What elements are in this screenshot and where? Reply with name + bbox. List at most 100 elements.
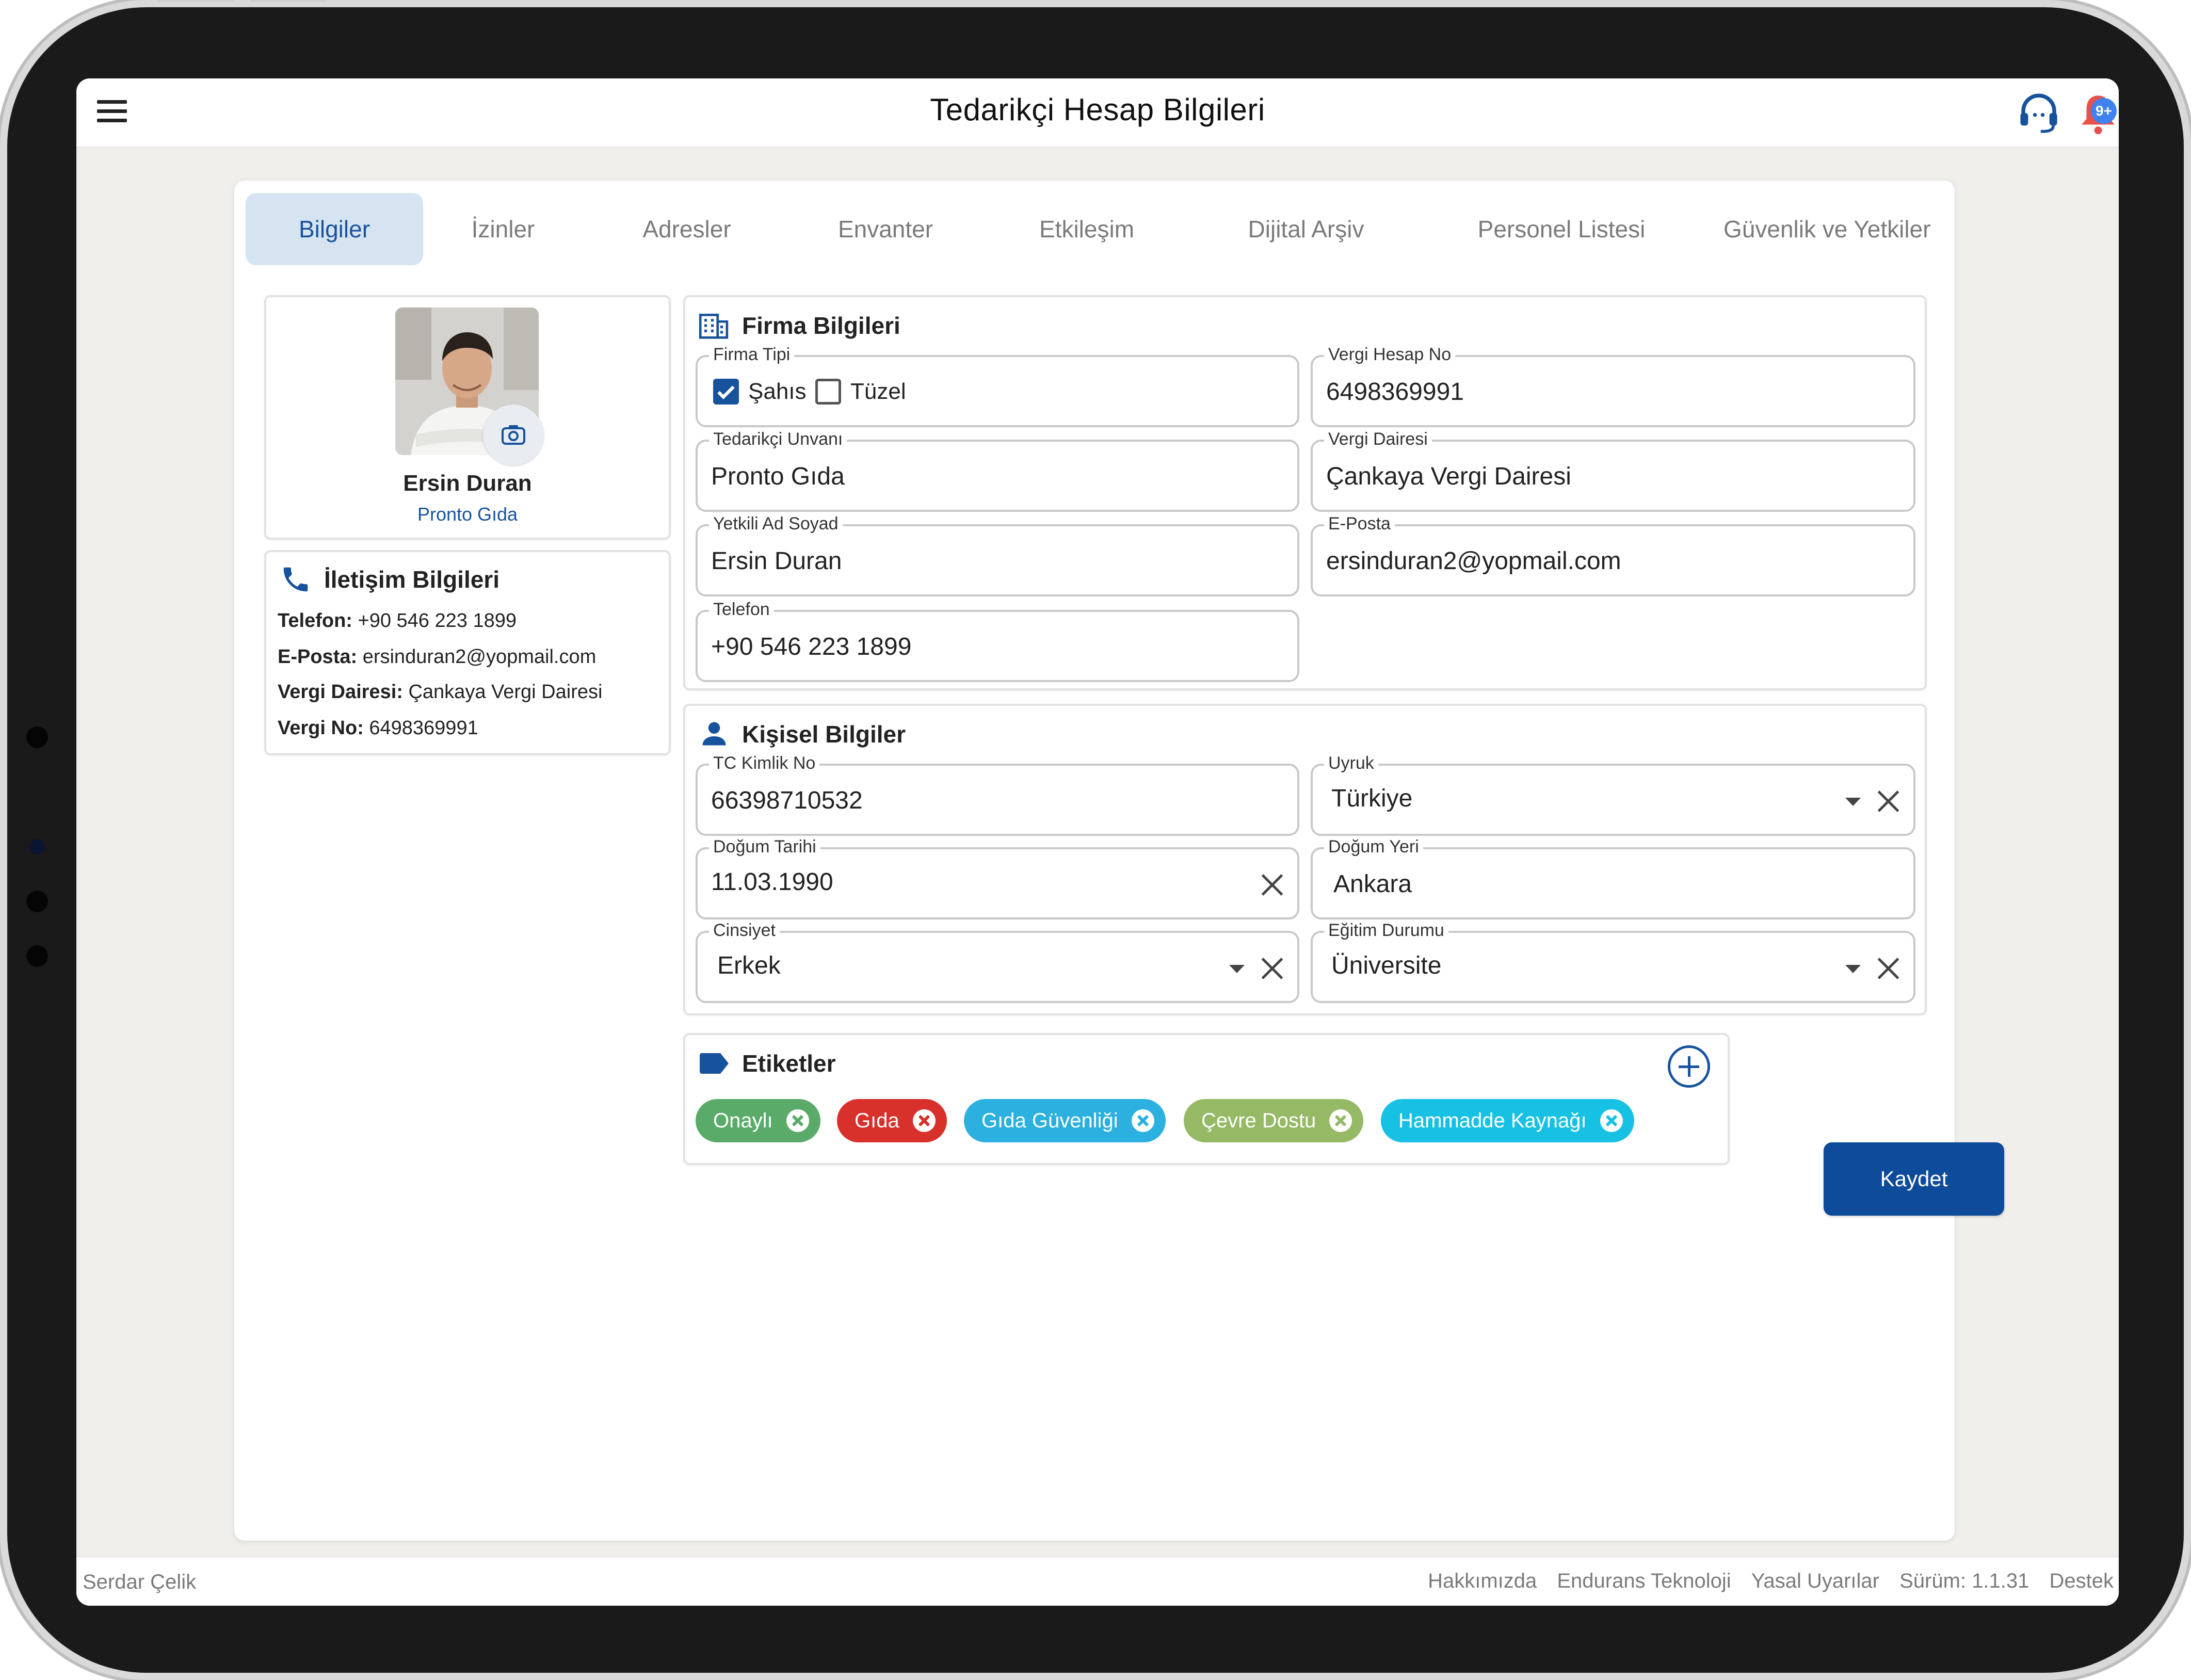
tab-etkilesim[interactable]: Etkileşim xyxy=(1009,193,1164,265)
remove-tag-icon[interactable] xyxy=(1131,1109,1154,1132)
tax-office-field[interactable]: Vergi Dairesi Çankaya Vergi Dairesi xyxy=(1311,429,1915,512)
contact-email-label: E-Posta: xyxy=(278,646,358,668)
education-value: Üniversite xyxy=(1331,952,1442,979)
gender-select[interactable]: Cinsiyet Erkek xyxy=(696,920,1299,1003)
tag-label: Onaylı xyxy=(713,1109,773,1132)
education-label: Eğitim Durumu xyxy=(1324,920,1448,941)
clear-icon[interactable] xyxy=(1875,788,1901,814)
clear-icon[interactable] xyxy=(1875,956,1901,981)
contact-tax-no-row: Vergi No: 6498369991 xyxy=(278,717,478,739)
page-title: Tedarikçi Hesap Bilgileri xyxy=(930,92,1265,127)
chevron-down-icon[interactable] xyxy=(1845,965,1861,973)
nationality-value: Türkiye xyxy=(1331,785,1413,812)
building-icon xyxy=(699,314,729,339)
birth-place-field[interactable]: Doğum Yeri Ankara xyxy=(1311,837,1915,919)
tag-chip: Hammadde Kaynağı xyxy=(1381,1099,1634,1142)
footer-version: Sürüm: 1.1.31 xyxy=(1899,1570,2029,1592)
remove-tag-icon[interactable] xyxy=(786,1109,809,1132)
tab-dijital-arsiv[interactable]: Dijital Arşiv xyxy=(1216,193,1396,265)
tab-adresler[interactable]: Adresler xyxy=(617,193,756,265)
contact-email-row: E-Posta: ersinduran2@yopmail.com xyxy=(278,646,596,668)
birth-place-value: Ankara xyxy=(1333,870,1412,898)
company-type-field: Firma Tipi Şahıs Tüzel xyxy=(696,345,1299,427)
authorized-person-field[interactable]: Yetkili Ad Soyad Ersin Duran xyxy=(696,514,1299,596)
email-field[interactable]: E-Posta ersinduran2@yopmail.com xyxy=(1311,514,1915,596)
remove-tag-icon[interactable] xyxy=(912,1109,936,1132)
contact-email: ersinduran2@yopmail.com xyxy=(362,646,597,668)
remove-tag-icon[interactable] xyxy=(1329,1109,1352,1132)
birth-date-value: 11.03.1990 xyxy=(711,868,833,896)
email-label: E-Posta xyxy=(1324,514,1395,534)
footer-link-company[interactable]: Endurans Teknoloji xyxy=(1557,1570,1731,1592)
tags-title: Etiketler xyxy=(742,1050,836,1077)
tab-izinler[interactable]: İzinler xyxy=(444,193,562,265)
sensor-dot xyxy=(26,726,48,748)
contact-tax-no-label: Vergi No: xyxy=(278,717,364,739)
tag-list: Onaylı Gıda Gıda Güvenliği Çevre Dostu H… xyxy=(696,1099,1717,1142)
add-tag-button[interactable] xyxy=(1668,1045,1710,1088)
tag-label: Gıda xyxy=(855,1109,899,1132)
footer-link-support[interactable]: Destek xyxy=(2050,1570,2114,1592)
tab-envanter[interactable]: Envanter xyxy=(808,193,963,265)
sahis-checkbox[interactable] xyxy=(713,379,739,405)
save-button[interactable]: Kaydet xyxy=(1824,1142,2004,1216)
email-value: ersinduran2@yopmail.com xyxy=(1326,547,1621,575)
tuzel-checkbox[interactable] xyxy=(815,379,841,405)
top-button xyxy=(157,0,234,2)
supplier-title-field[interactable]: Tedarikçi Unvanı Pronto Gıda xyxy=(696,429,1299,512)
clear-icon[interactable] xyxy=(1259,872,1285,898)
tag-label: Gıda Güvenliği xyxy=(981,1109,1118,1132)
authorized-person-label: Yetkili Ad Soyad xyxy=(709,514,843,534)
remove-tag-icon[interactable] xyxy=(1600,1109,1623,1132)
sahis-label[interactable]: Şahıs xyxy=(748,379,807,405)
tab-bar: Bilgiler İzinler Adresler Envanter Etkil… xyxy=(246,193,1955,265)
education-select[interactable]: Eğitim Durumu Üniversite xyxy=(1311,920,1915,1003)
chevron-down-icon[interactable] xyxy=(1845,798,1861,806)
phone-field[interactable]: Telefon +90 546 223 1899 xyxy=(696,600,1299,682)
notification-badge: 9+ xyxy=(2091,98,2117,124)
phone-icon xyxy=(283,567,308,592)
tab-guvenlik-ve-yetkiler[interactable]: Güvenlik ve Yetkiler xyxy=(1723,193,1945,265)
sensor-dot xyxy=(26,891,48,912)
tag-chip: Onaylı xyxy=(696,1099,820,1142)
change-photo-button[interactable] xyxy=(483,405,544,465)
tc-id-label: TC Kimlik No xyxy=(709,753,820,773)
sensor-dot xyxy=(26,945,48,967)
tc-id-value: 66398710532 xyxy=(711,787,863,814)
contact-phone-row: Telefon: +90 546 223 1899 xyxy=(278,610,517,632)
main-card: Bilgiler İzinler Adresler Envanter Etkil… xyxy=(234,181,2004,1541)
headset-support-icon[interactable] xyxy=(2016,90,2062,136)
contact-phone-label: Telefon: xyxy=(278,610,352,632)
footer-link-legal[interactable]: Yasal Uyarılar xyxy=(1751,1570,1879,1592)
nationality-select[interactable]: Uyruk Türkiye xyxy=(1311,753,1915,836)
app-screen: Tedarikçi Hesap Bilgileri 9+ Bilgiler İz… xyxy=(76,78,2119,1606)
tax-account-field[interactable]: Vergi Hesap No 6498369991 xyxy=(1311,345,1915,427)
top-button xyxy=(250,0,327,2)
tag-icon xyxy=(700,1053,729,1074)
contact-tax-office: Çankaya Vergi Dairesi xyxy=(408,681,603,703)
chevron-down-icon[interactable] xyxy=(1229,965,1245,973)
tab-bilgiler[interactable]: Bilgiler xyxy=(246,193,423,265)
tab-personel-listesi[interactable]: Personel Listesi xyxy=(1448,193,1675,265)
birth-place-label: Doğum Yeri xyxy=(1324,837,1423,857)
nationality-label: Uyruk xyxy=(1324,753,1378,773)
person-icon xyxy=(702,722,726,746)
tag-chip: Gıda xyxy=(837,1099,947,1142)
personal-info-card: Kişisel Bilgiler TC Kimlik No 6639871053… xyxy=(683,704,1927,1015)
supplier-title-label: Tedarikçi Unvanı xyxy=(709,429,847,449)
birth-date-field[interactable]: Doğum Tarihi 11.03.1990 xyxy=(696,837,1299,919)
profile-company[interactable]: Pronto Gıda xyxy=(266,504,669,525)
clear-icon[interactable] xyxy=(1259,956,1285,981)
tag-label: Hammadde Kaynağı xyxy=(1398,1109,1587,1132)
contact-tax-office-row: Vergi Dairesi: Çankaya Vergi Dairesi xyxy=(278,681,602,703)
tag-label: Çevre Dostu xyxy=(1201,1109,1316,1132)
contact-title: İletişim Bilgileri xyxy=(324,566,500,593)
company-type-label: Firma Tipi xyxy=(709,345,795,365)
contact-phone: +90 546 223 1899 xyxy=(358,610,517,632)
footer-link-about[interactable]: Hakkımızda xyxy=(1428,1570,1537,1592)
tc-id-field[interactable]: TC Kimlik No 66398710532 xyxy=(696,753,1299,836)
tuzel-label[interactable]: Tüzel xyxy=(850,379,906,405)
profile-card: Ersin Duran Pronto Gıda xyxy=(264,295,671,540)
contact-tax-office-label: Vergi Dairesi: xyxy=(278,681,403,703)
personal-info-title: Kişisel Bilgiler xyxy=(742,721,906,748)
